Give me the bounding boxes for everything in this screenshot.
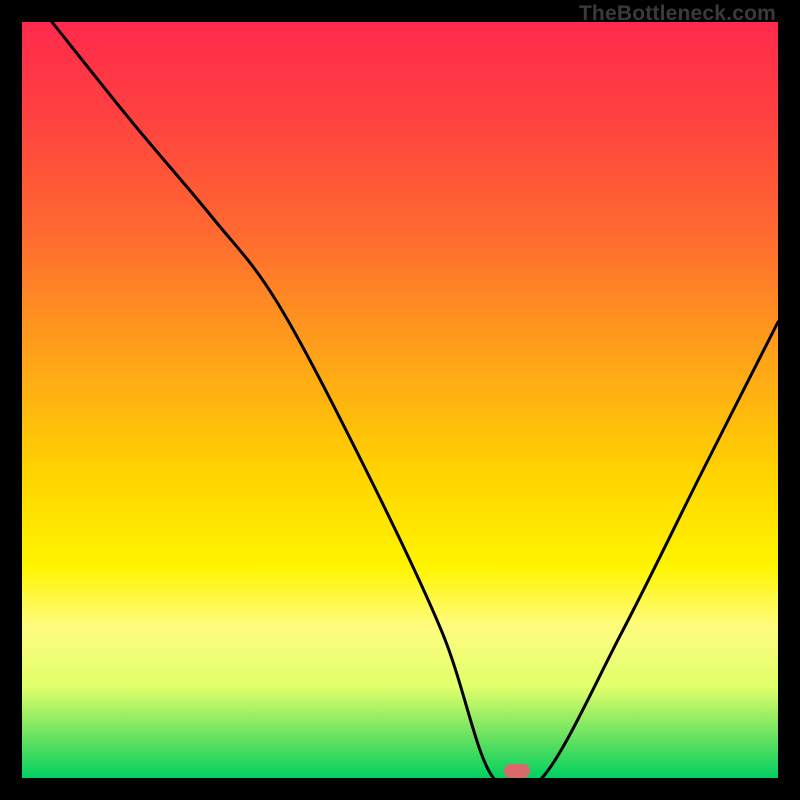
chart-frame: TheBottleneck.com <box>0 0 800 800</box>
optimal-marker <box>504 764 530 778</box>
bottleneck-curve <box>22 22 778 778</box>
